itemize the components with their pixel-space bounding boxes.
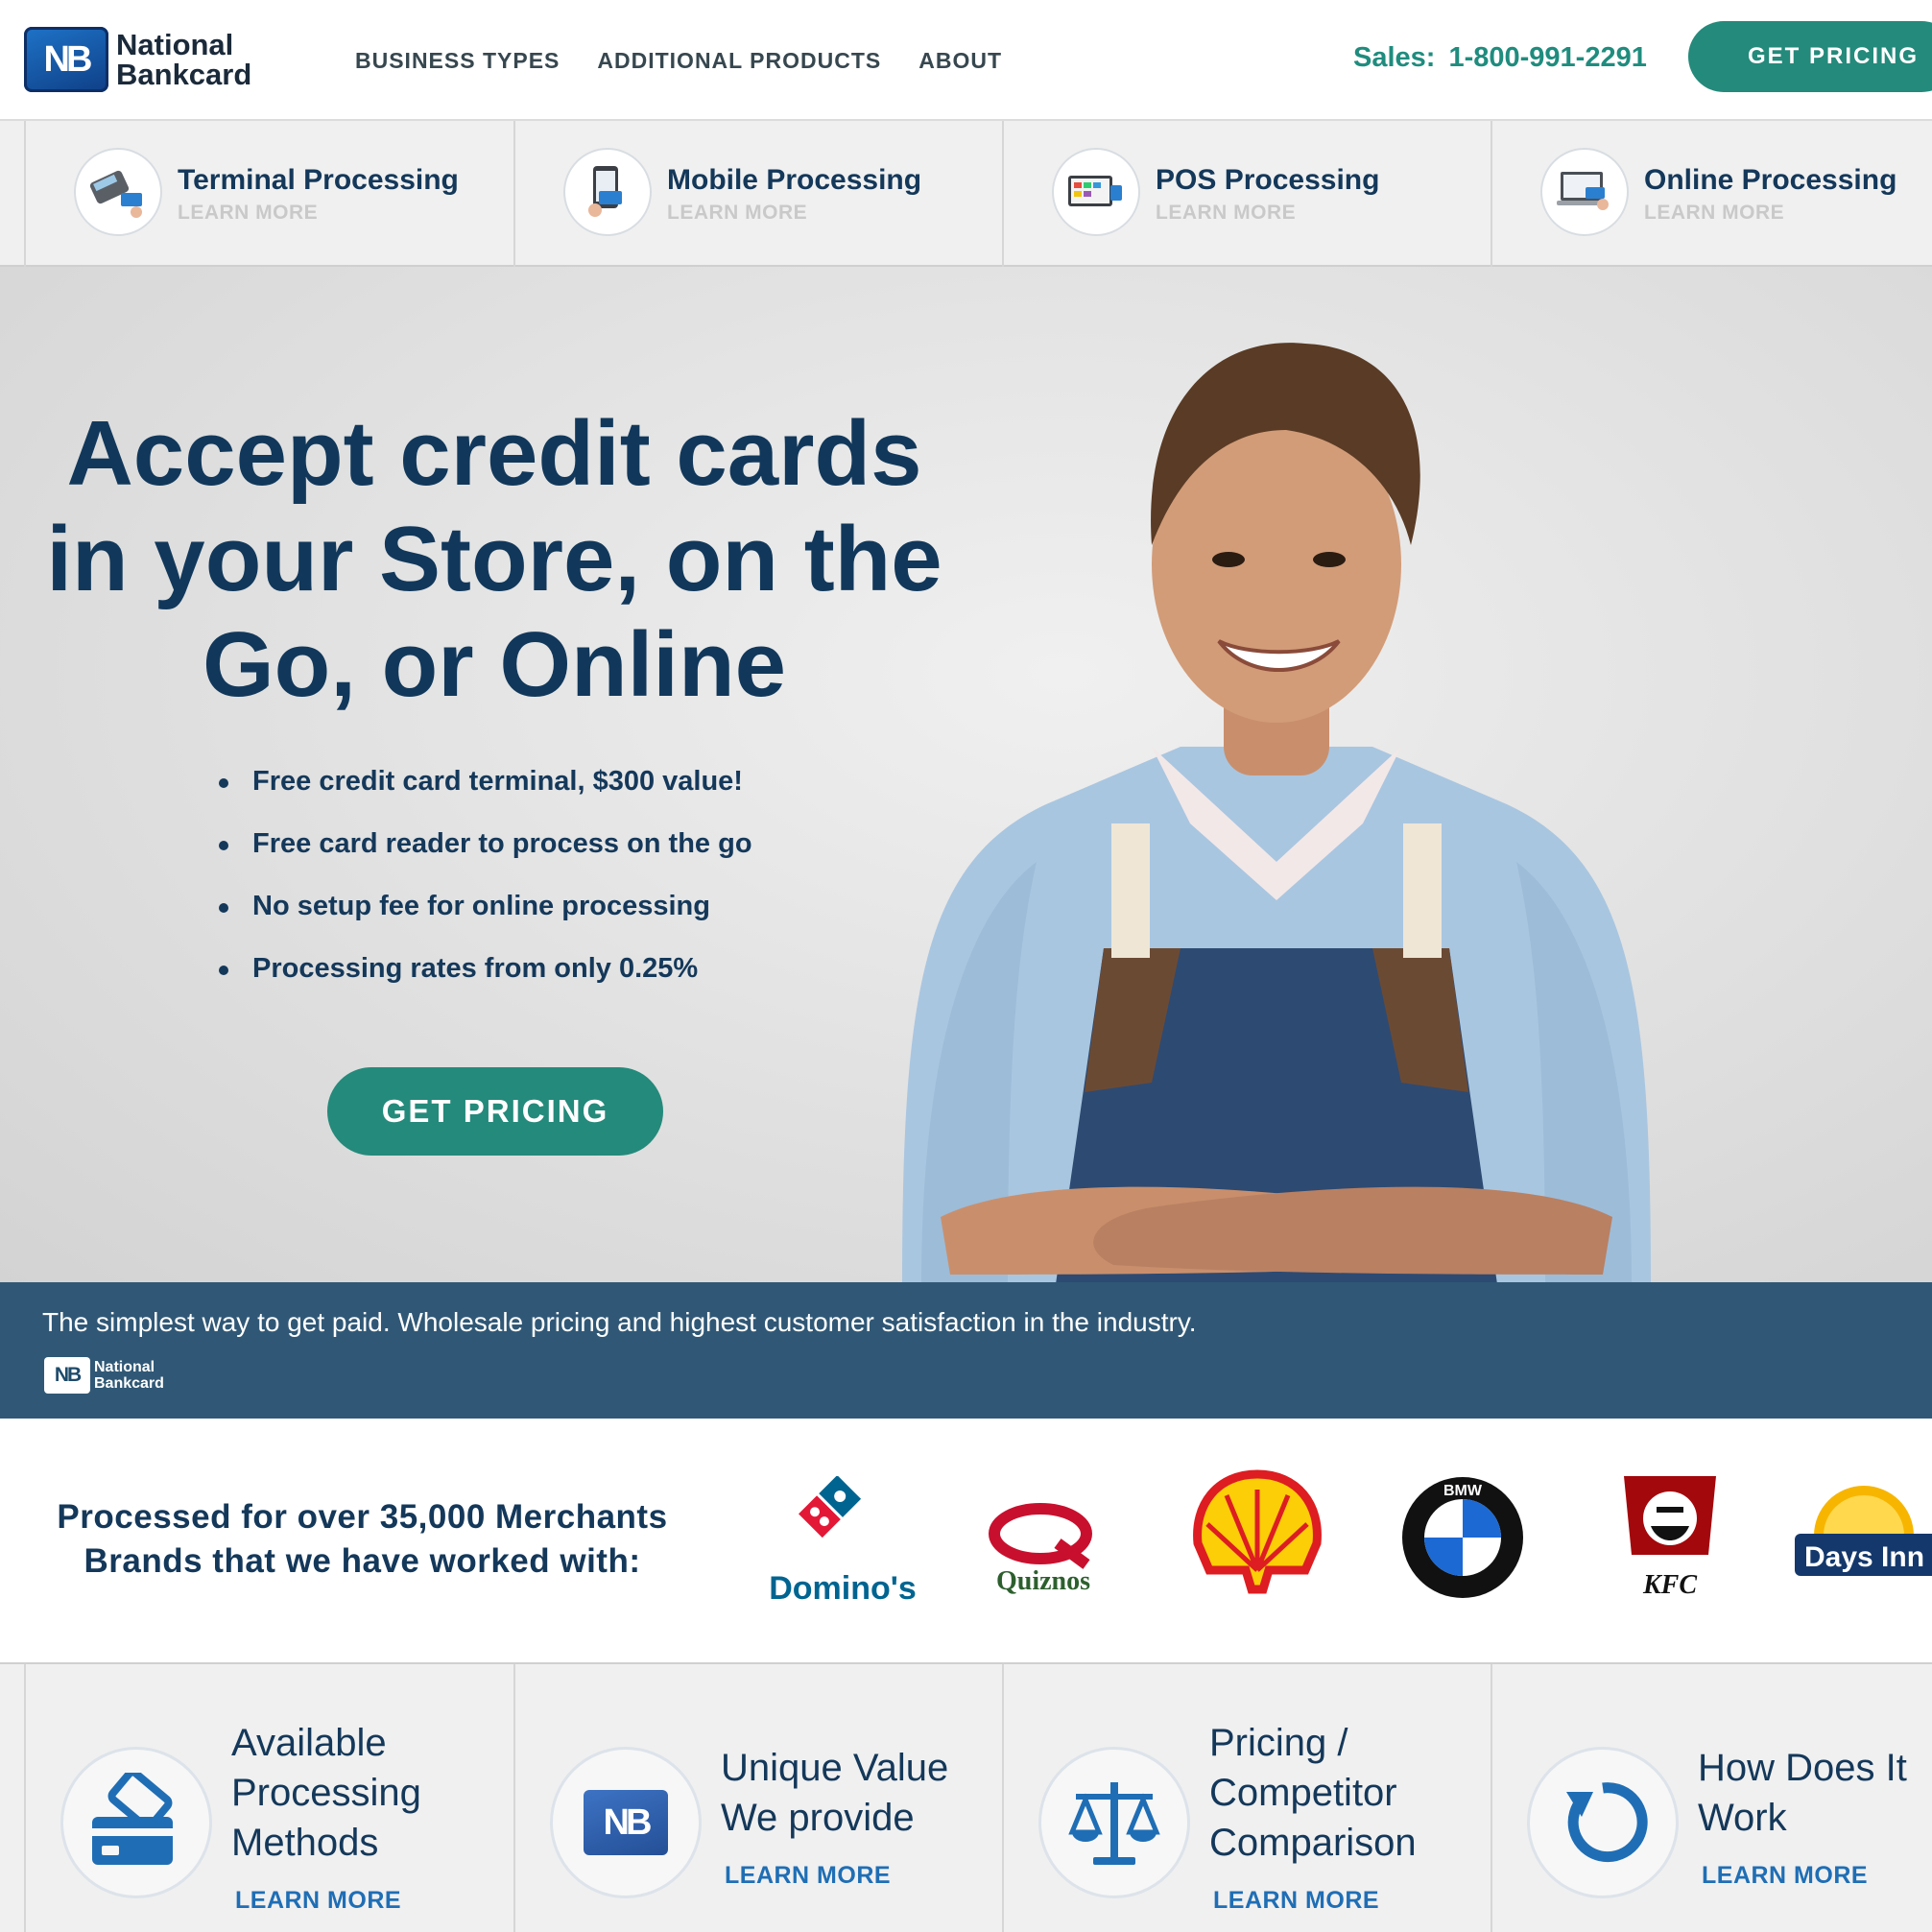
feature-learn-more[interactable]: LEARN MORE xyxy=(1702,1862,1868,1890)
brand-logo-quiznos: Quiznos xyxy=(981,1476,1106,1615)
pos-register-icon xyxy=(1052,148,1140,236)
menu-item-business-types[interactable]: BUSINESS TYPES xyxy=(355,48,560,74)
brand-name: Domino's xyxy=(769,1570,917,1607)
benefit-item: Free card reader to process on the go xyxy=(219,828,752,891)
product-learn-more[interactable]: LEARN MORE xyxy=(1644,202,1784,225)
brands-line-2: Brands that we have worked with: xyxy=(83,1542,641,1580)
feature-title-line: Processing xyxy=(231,1772,421,1814)
mobile-reader-icon xyxy=(563,148,652,236)
product-title: POS Processing xyxy=(1156,164,1380,196)
brand-logo-kfc: KFC xyxy=(1612,1468,1728,1612)
feature-title-line: Unique Value xyxy=(721,1747,949,1789)
benefit-item: No setup fee for online processing xyxy=(219,891,752,953)
page: NB National Bankcard BUSINESS TYPES ADDI… xyxy=(0,0,1932,1932)
headline-line-2: in your Store, on the xyxy=(46,508,942,610)
feature-pricing-comparison[interactable]: Pricing / Competitor Comparison LEARN MO… xyxy=(1002,1664,1491,1932)
hero-section: Accept credit cards in your Store, on th… xyxy=(0,267,1932,1282)
sales-phone-link[interactable]: 1-800-991-2291 xyxy=(1448,42,1646,73)
sales-label: Sales: xyxy=(1353,42,1436,73)
feature-unique-value[interactable]: NB Unique Value We provide LEARN MORE xyxy=(513,1664,1002,1932)
feature-title: How Does It Work xyxy=(1698,1743,1907,1843)
feature-title-line: How Does It xyxy=(1698,1747,1907,1789)
product-terminal-processing[interactable]: Terminal Processing LEARN MORE xyxy=(24,121,513,267)
benefit-item: Processing rates from only 0.25% xyxy=(219,953,752,1015)
product-online-processing[interactable]: Online Processing LEARN MORE xyxy=(1491,121,1932,267)
tagline-bar: The simplest way to get paid. Wholesale … xyxy=(0,1282,1932,1419)
product-learn-more[interactable]: LEARN MORE xyxy=(1156,202,1296,225)
logo-line-1: National xyxy=(116,28,234,61)
brand-logo-days-inn: Days Inn xyxy=(1795,1478,1932,1598)
feature-title-line: Available xyxy=(231,1722,387,1764)
feature-title-line: Pricing / xyxy=(1209,1722,1348,1764)
tagline-logo: NB National Bankcard xyxy=(44,1357,164,1394)
benefit-item: Free credit card terminal, $300 value! xyxy=(219,766,752,828)
feature-title: Available Processing Methods xyxy=(231,1718,421,1868)
brands-line-1: Processed for over 35,000 Merchants xyxy=(57,1498,668,1536)
tagline-logo-mark: NB xyxy=(44,1357,90,1394)
brand-name: Quiznos xyxy=(996,1566,1090,1596)
tagline-logo-line-1: National xyxy=(94,1359,155,1375)
brands-section: Processed for over 35,000 Merchants Bran… xyxy=(0,1419,1932,1664)
top-navigation: NB National Bankcard BUSINESS TYPES ADDI… xyxy=(0,0,1932,121)
menu-item-about[interactable]: ABOUT xyxy=(918,48,1002,74)
laptop-payment-icon xyxy=(1540,148,1629,236)
brand-name: Days Inn xyxy=(1804,1541,1924,1573)
card-terminal-icon xyxy=(74,148,162,236)
brand-name: BMW xyxy=(1443,1483,1483,1499)
product-strip: Terminal Processing LEARN MORE Mobile Pr… xyxy=(0,121,1932,267)
site-logo[interactable]: NB National Bankcard xyxy=(24,27,251,92)
product-learn-more[interactable]: LEARN MORE xyxy=(667,202,807,225)
feature-learn-more[interactable]: LEARN MORE xyxy=(1213,1887,1379,1915)
feature-title: Pricing / Competitor Comparison xyxy=(1209,1718,1417,1868)
product-title: Terminal Processing xyxy=(178,164,459,196)
brand-logo-shell xyxy=(1188,1467,1327,1606)
product-learn-more[interactable]: LEARN MORE xyxy=(178,202,318,225)
get-pricing-hero-button[interactable]: GET PRICING xyxy=(327,1067,663,1156)
headline-line-1: Accept credit cards xyxy=(66,402,922,505)
product-title: Online Processing xyxy=(1644,164,1897,196)
credit-card-icon xyxy=(60,1747,212,1898)
menu-item-additional-products[interactable]: ADDITIONAL PRODUCTS xyxy=(597,48,881,74)
feature-learn-more[interactable]: LEARN MORE xyxy=(725,1862,891,1890)
tagline-text: The simplest way to get paid. Wholesale … xyxy=(42,1307,1197,1337)
logo-line-2: Bankcard xyxy=(116,58,252,91)
feature-title: Unique Value We provide xyxy=(721,1743,948,1843)
tagline-logo-line-2: Bankcard xyxy=(94,1375,164,1392)
feature-title-line: Comparison xyxy=(1209,1822,1417,1864)
benefit-list: Free credit card terminal, $300 value! F… xyxy=(219,766,752,1015)
sales-contact: Sales: 1-800-991-2291 xyxy=(1353,42,1647,74)
nb-badge: NB xyxy=(584,1790,668,1855)
nb-logo-icon: NB xyxy=(550,1747,702,1898)
logo-wordmark: National Bankcard xyxy=(116,30,251,89)
hero-headline: Accept credit cards in your Store, on th… xyxy=(0,401,989,718)
feature-how-it-works[interactable]: How Does It Work LEARN MORE xyxy=(1491,1664,1932,1932)
nb-logo-mark: NB xyxy=(24,27,108,92)
product-pos-processing[interactable]: POS Processing LEARN MORE xyxy=(1002,121,1491,267)
headline-line-3: Go, or Online xyxy=(202,613,786,716)
feature-title-line: Competitor xyxy=(1209,1772,1397,1814)
feature-title-line: We provide xyxy=(721,1797,915,1839)
feature-title-line: Methods xyxy=(231,1822,379,1864)
refresh-icon xyxy=(1527,1747,1679,1898)
product-title: Mobile Processing xyxy=(667,164,922,196)
features-section: Available Processing Methods LEARN MORE … xyxy=(0,1664,1932,1932)
feature-available-processing-methods[interactable]: Available Processing Methods LEARN MORE xyxy=(24,1664,513,1932)
feature-learn-more[interactable]: LEARN MORE xyxy=(235,1887,401,1915)
get-pricing-nav-button[interactable]: GET PRICING xyxy=(1688,21,1932,92)
brands-heading: Processed for over 35,000 Merchants Bran… xyxy=(29,1495,696,1584)
main-menu: BUSINESS TYPES ADDITIONAL PRODUCTS ABOUT xyxy=(355,48,1039,74)
tagline-logo-wordmark: National Bankcard xyxy=(94,1359,164,1392)
product-mobile-processing[interactable]: Mobile Processing LEARN MORE xyxy=(513,121,1002,267)
brand-logo-dominos: Domino's xyxy=(764,1470,922,1615)
scale-icon xyxy=(1038,1747,1190,1898)
feature-title-line: Work xyxy=(1698,1797,1787,1839)
brand-logo-bmw: BMW xyxy=(1399,1474,1526,1606)
brand-name: KFC xyxy=(1642,1570,1697,1600)
